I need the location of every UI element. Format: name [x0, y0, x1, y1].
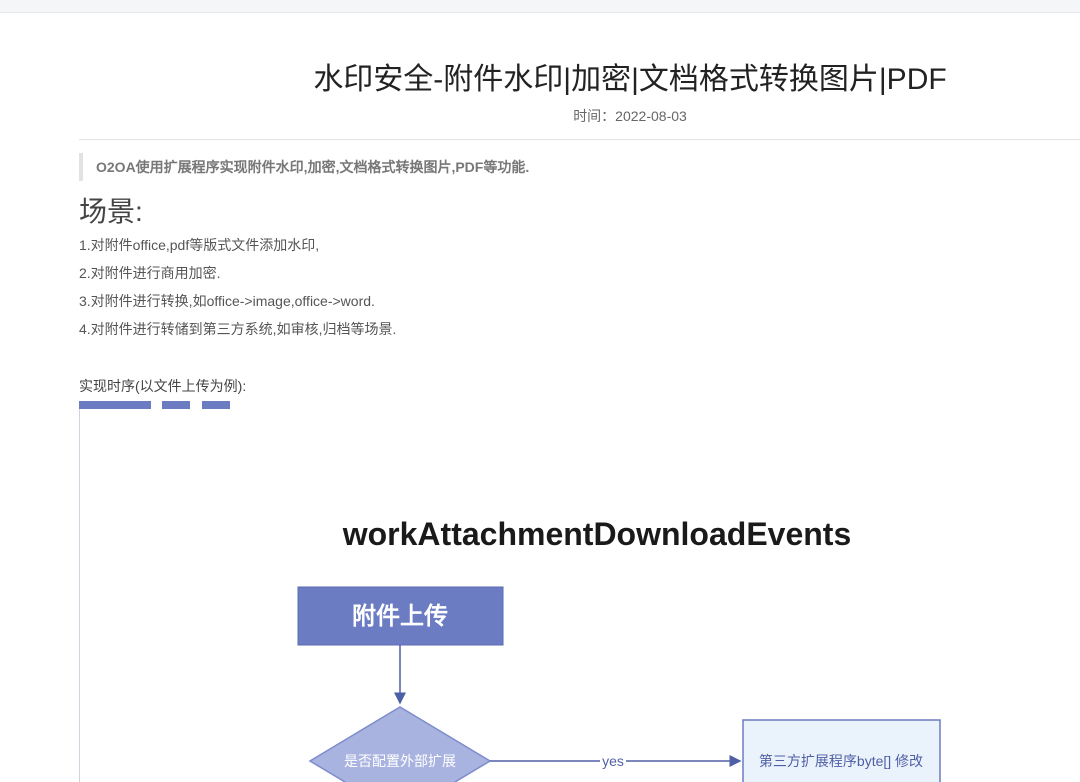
list-item: 1.对附件office,pdf等版式文件添加水印, — [79, 237, 320, 253]
diagram-header-bar — [79, 401, 151, 409]
list-item: 4.对附件进行转储到第三方系统,如审核,归档等场景. — [79, 321, 397, 337]
section-heading: 场景: — [79, 196, 143, 227]
publish-date: 时间：2022-08-03 — [573, 108, 687, 124]
decision-node — [308, 706, 492, 782]
yes-label: yes — [602, 753, 624, 769]
start-node-label: 附件上传 — [352, 602, 448, 630]
flowchart: workAttachmentDownloadEvents 附件上传 是否配置外部… — [297, 516, 941, 782]
summary-quote: O2OA使用扩展程序实现附件水印,加密,文档格式转换图片,PDF等功能. — [79, 153, 529, 181]
extension-node-label: 第三方扩展程序byte[] 修改 — [759, 753, 923, 769]
header-divider — [79, 139, 1080, 140]
list-item: 2.对附件进行商用加密. — [79, 265, 221, 281]
diagram-title: workAttachmentDownloadEvents — [342, 516, 852, 552]
page-title: 水印安全-附件水印|加密|文档格式转换图片|PDF — [313, 63, 947, 96]
scenario-list: 1.对附件office,pdf等版式文件添加水印, 2.对附件进行商用加密. 3… — [79, 234, 396, 346]
list-item: 3.对附件进行转换,如office->image,office->word. — [79, 293, 375, 309]
extension-node — [742, 719, 941, 782]
decision-node-label: 是否配置外部扩展 — [344, 753, 456, 769]
diagram-header-bar — [162, 401, 190, 409]
flowchart-frame: workAttachmentDownloadEvents 附件上传 是否配置外部… — [79, 409, 1080, 782]
top-bar — [0, 0, 1080, 13]
diagram-header-bar — [202, 401, 230, 409]
sequence-label: 实现时序(以文件上传为例): — [79, 378, 247, 394]
